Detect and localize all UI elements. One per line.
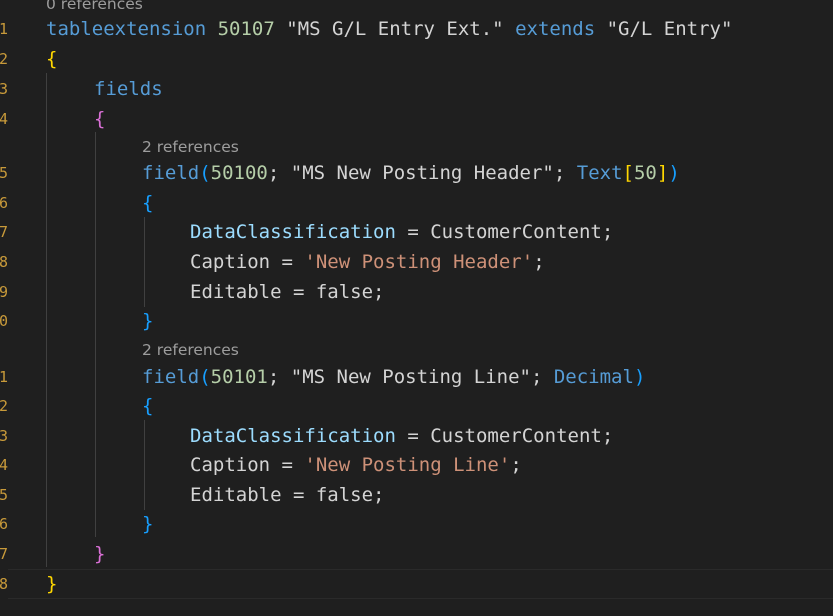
code-line: { — [142, 192, 154, 214]
code-line: } — [94, 543, 106, 565]
code-line: { — [142, 395, 154, 417]
code-line: Editable = false; — [190, 484, 385, 506]
indent-guide — [95, 132, 96, 537]
indent-guide — [144, 217, 145, 307]
code-line: Caption = 'New Posting Header'; — [190, 251, 545, 273]
codelens-references[interactable]: 2 references — [142, 339, 239, 361]
indent-guide — [46, 73, 47, 567]
current-line-highlight — [8, 569, 833, 599]
code-line: } — [142, 513, 154, 535]
code-line: } — [142, 310, 154, 332]
code-line: fields — [94, 78, 163, 100]
code-line: Caption = 'New Posting Line'; — [190, 454, 522, 476]
code-area[interactable]: 0 references tableextension 50107 "MS G/… — [0, 0, 833, 616]
code-line: { — [46, 48, 58, 70]
code-line: DataClassification = CustomerContent; — [190, 425, 614, 447]
code-line: tableextension 50107 "MS G/L Entry Ext."… — [46, 18, 733, 40]
code-line: field(50101; "MS New Posting Line"; Deci… — [142, 366, 646, 388]
code-line: Editable = false; — [190, 281, 385, 303]
code-editor[interactable]: 1 2 3 4 5 6 7 8 9 0 1 2 3 4 5 6 7 8 0 re… — [0, 0, 833, 616]
codelens-references[interactable]: 0 references — [46, 0, 143, 15]
codelens-references[interactable]: 2 references — [142, 136, 239, 158]
code-line: } — [46, 573, 58, 595]
code-line: field(50100; "MS New Posting Header"; Te… — [142, 162, 680, 184]
indent-guide — [144, 420, 145, 510]
code-line: DataClassification = CustomerContent; — [190, 221, 614, 243]
code-line: { — [94, 108, 106, 130]
